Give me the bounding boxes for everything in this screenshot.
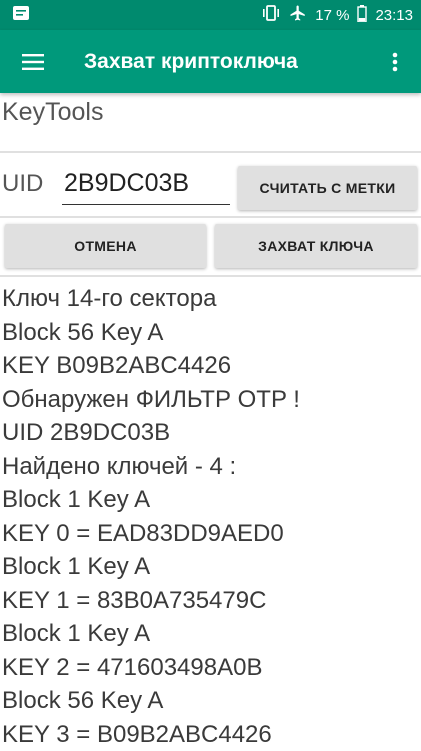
divider xyxy=(0,151,421,153)
log-output: Ключ 14-го сектора Block 56 Key A KEY B0… xyxy=(2,282,300,751)
log-line: Block 1 Key A xyxy=(2,617,300,651)
notification-icon xyxy=(12,5,30,25)
read-tag-button[interactable]: СЧИТАТЬ С МЕТКИ xyxy=(238,166,417,210)
log-line: UID 2B9DC03B xyxy=(2,416,300,450)
log-line: Block 1 Key A xyxy=(2,483,300,517)
battery-percent: 17 % xyxy=(315,7,349,24)
clock: 23:13 xyxy=(375,7,413,24)
divider xyxy=(0,216,421,218)
more-vert-icon xyxy=(392,52,398,72)
log-line: Обнаружен ФИЛЬТР OTP ! xyxy=(2,383,300,417)
log-line: KEY B09B2ABC4426 xyxy=(2,349,300,383)
menu-icon xyxy=(22,54,44,70)
vibrate-icon xyxy=(261,5,281,25)
log-line: Block 56 Key A xyxy=(2,684,300,718)
battery-icon xyxy=(357,5,367,26)
uid-label: UID xyxy=(2,170,43,198)
page-title: Захват криптоключа xyxy=(84,50,369,74)
app-name-label: KeyTools xyxy=(2,98,103,127)
log-line: KEY 1 = 83B0A735479C xyxy=(2,584,300,618)
log-line: Block 1 Key A xyxy=(2,550,300,584)
app-bar: Захват криптоключа xyxy=(0,30,421,93)
uid-input[interactable] xyxy=(62,165,230,205)
overflow-menu-button[interactable] xyxy=(369,30,421,93)
log-line: Найдено ключей - 4 : xyxy=(2,450,300,484)
log-line: Block 56 Key A xyxy=(2,316,300,350)
log-line: KEY 3 = B09B2ABC4426 xyxy=(2,718,300,751)
status-bar: 17 % 23:13 xyxy=(0,0,421,30)
cancel-button[interactable]: ОТМЕНА xyxy=(5,224,206,268)
airplane-mode-icon xyxy=(289,4,307,26)
divider xyxy=(0,275,421,277)
capture-key-button[interactable]: ЗАХВАТ КЛЮЧА xyxy=(215,224,417,268)
log-line: KEY 2 = 471603498A0B xyxy=(2,651,300,685)
log-line: Ключ 14-го сектора xyxy=(2,282,300,316)
menu-button[interactable] xyxy=(0,30,66,93)
log-line: KEY 0 = EAD83DD9AED0 xyxy=(2,517,300,551)
